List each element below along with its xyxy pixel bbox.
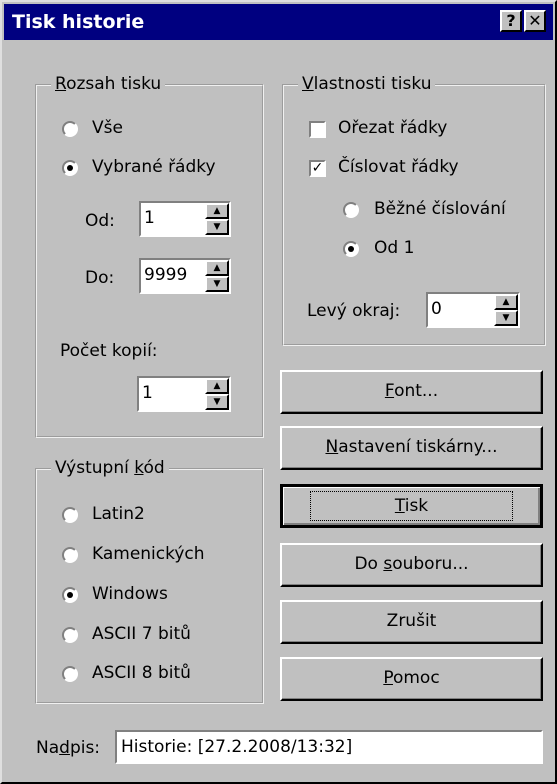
print-button[interactable]: Tisk [280,484,543,528]
radio-from-one[interactable] [343,241,359,257]
left-margin-spinner[interactable]: 0 ▲ ▼ [426,292,520,328]
radio-windows-label: Windows [92,584,168,604]
radio-selected-rows-label: Vybrané řádky [92,157,216,177]
spin-up-icon[interactable]: ▲ [205,260,229,276]
to-label: Do: [85,268,115,288]
close-button[interactable]: ✕ [524,10,546,32]
print-properties-label: Vlastnosti tisku [298,74,436,94]
radio-dot [67,592,73,598]
radio-kamenickych[interactable] [62,547,78,563]
from-label: Od: [85,211,115,231]
radio-normal-numbering[interactable] [343,202,359,218]
from-value: 1 [144,208,155,228]
caption-value: Historie: [27.2.2008/13:32] [121,737,353,757]
radio-normal-numbering-label: Běžné číslování [374,199,506,219]
check-mark-icon: ✓ [311,160,324,176]
radio-latin2[interactable] [62,507,78,523]
radio-dot [67,165,73,171]
caption-label: Nadpis: [36,738,101,758]
radio-selected-rows[interactable] [62,160,78,176]
to-spinner[interactable]: 9999 ▲ ▼ [139,258,231,294]
spin-down-icon[interactable]: ▼ [205,219,229,235]
help-title-button[interactable]: ? [500,10,522,32]
copies-spinner[interactable]: 1 ▲ ▼ [137,376,231,412]
cancel-button[interactable]: Zrušit [280,600,543,644]
trim-rows-checkbox[interactable] [309,121,326,138]
radio-latin2-label: Latin2 [92,504,145,524]
from-spinner[interactable]: 1 ▲ ▼ [139,201,231,237]
help-button[interactable]: Pomoc [280,657,543,701]
radio-dot [348,246,354,252]
title-bar: Tisk historie ? ✕ [4,4,553,40]
printer-settings-button[interactable]: Nastavení tiskárny... [280,426,543,470]
radio-kamenickych-label: Kamenických [92,544,205,564]
to-value: 9999 [144,265,188,285]
spin-down-icon[interactable]: ▼ [494,310,518,326]
left-margin-value: 0 [431,299,442,319]
radio-ascii7[interactable] [62,627,78,643]
spin-down-icon[interactable]: ▼ [205,276,229,292]
number-rows-checkbox[interactable]: ✓ [309,160,326,177]
radio-ascii7-label: ASCII 7 bitů [92,624,191,644]
caption-input[interactable]: Historie: [27.2.2008/13:32] [115,730,543,764]
copies-label: Počet kopií: [60,341,158,361]
trim-rows-label: Ořezat řádky [338,118,448,138]
radio-ascii8[interactable] [62,666,78,682]
print-history-dialog: Tisk historie ? ✕ Rozsah tisku Vše Vybra… [0,0,557,784]
spin-up-icon[interactable]: ▲ [205,203,229,219]
spin-up-icon[interactable]: ▲ [205,378,229,394]
radio-windows[interactable] [62,587,78,603]
dialog-title: Tisk historie [12,11,145,33]
print-button-label: Tisk [309,491,514,521]
font-button[interactable]: Font... [280,370,543,414]
radio-ascii8-label: ASCII 8 bitů [92,663,191,683]
copies-value: 1 [142,383,153,403]
radio-from-one-label: Od 1 [374,238,415,258]
print-range-label: Rozsah tisku [51,74,166,94]
radio-all-label: Vše [92,118,123,138]
radio-all[interactable] [62,121,78,137]
output-encoding-label: Výstupní kód [51,458,169,478]
to-file-button[interactable]: Do souboru... [280,543,543,587]
left-margin-label: Levý okraj: [307,301,401,321]
spin-down-icon[interactable]: ▼ [205,394,229,410]
number-rows-label: Číslovat řádky [338,157,459,177]
spin-up-icon[interactable]: ▲ [494,294,518,310]
